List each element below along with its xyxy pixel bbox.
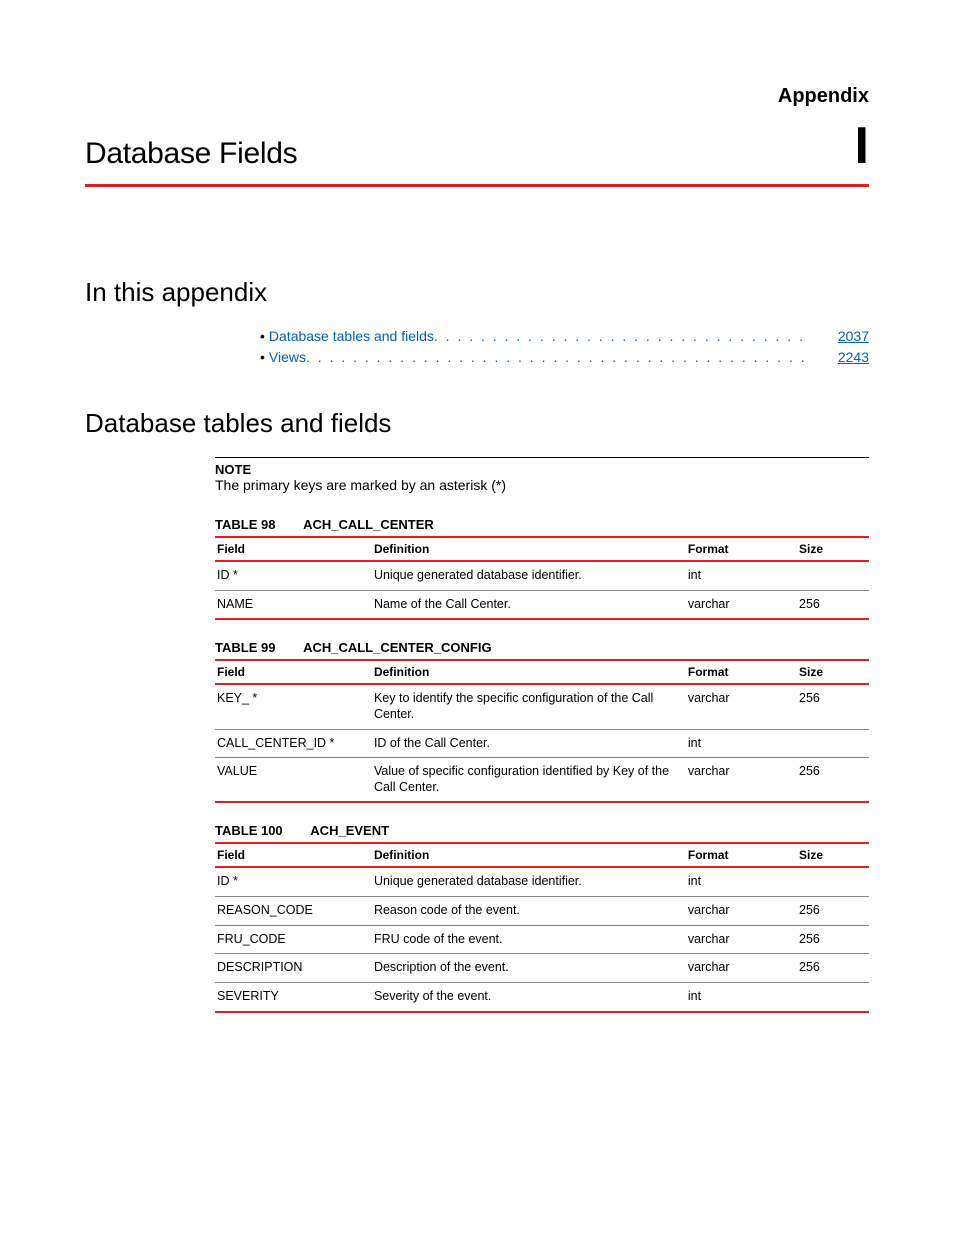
table-row: FRU_CODE FRU code of the event. varchar …: [215, 925, 869, 954]
cell-format: varchar: [686, 590, 797, 619]
cell-field: SEVERITY: [215, 982, 372, 1011]
cell-size: [797, 561, 869, 590]
col-format: Format: [686, 660, 797, 684]
note-label: NOTE: [215, 462, 869, 477]
cell-size: 256: [797, 684, 869, 729]
table-name: ACH_EVENT: [310, 823, 389, 838]
toc-page-link[interactable]: 2243: [819, 347, 869, 368]
table-row: ID * Unique generated database identifie…: [215, 561, 869, 590]
cell-size: 256: [797, 590, 869, 619]
toc-link-database-tables[interactable]: Database tables and fields: [269, 326, 434, 347]
col-definition: Definition: [372, 843, 686, 867]
col-format: Format: [686, 843, 797, 867]
table-caption: TABLE 98 ACH_CALL_CENTER: [215, 517, 869, 532]
col-format: Format: [686, 537, 797, 561]
appendix-label: Appendix: [85, 85, 869, 108]
appendix-letter: I: [855, 120, 869, 172]
section-database-tables-and-fields: Database tables and fields: [85, 408, 869, 439]
title-rule: [85, 184, 869, 187]
cell-definition: Value of specific configuration identifi…: [372, 758, 686, 803]
table-row: SEVERITY Severity of the event. int: [215, 982, 869, 1011]
table-row: KEY_ * Key to identify the specific conf…: [215, 684, 869, 729]
cell-size: [797, 982, 869, 1011]
note-block: NOTE The primary keys are marked by an a…: [215, 457, 869, 493]
table-row: REASON_CODE Reason code of the event. va…: [215, 897, 869, 926]
cell-definition: Unique generated database identifier.: [372, 561, 686, 590]
table-name: ACH_CALL_CENTER: [303, 517, 434, 532]
col-definition: Definition: [372, 537, 686, 561]
note-text: The primary keys are marked by an asteri…: [215, 477, 869, 493]
cell-format: varchar: [686, 758, 797, 803]
cell-definition: Severity of the event.: [372, 982, 686, 1011]
cell-field: VALUE: [215, 758, 372, 803]
bullet-icon: •: [260, 347, 265, 368]
table-ach-call-center: Field Definition Format Size ID * Unique…: [215, 536, 869, 620]
cell-format: varchar: [686, 925, 797, 954]
title-row: Database Fields I: [85, 120, 869, 184]
cell-field: CALL_CENTER_ID *: [215, 729, 372, 758]
toc: • Database tables and fields . . . . . .…: [260, 326, 869, 368]
col-definition: Definition: [372, 660, 686, 684]
table-row: NAME Name of the Call Center. varchar 25…: [215, 590, 869, 619]
cell-format: int: [686, 561, 797, 590]
toc-item: • Database tables and fields . . . . . .…: [260, 326, 869, 347]
cell-format: varchar: [686, 684, 797, 729]
cell-definition: FRU code of the event.: [372, 925, 686, 954]
table-ach-event: Field Definition Format Size ID * Unique…: [215, 842, 869, 1012]
col-size: Size: [797, 537, 869, 561]
cell-field: ID *: [215, 867, 372, 896]
toc-leader: . . . . . . . . . . . . . . . . . . . . …: [306, 347, 809, 368]
table-number: TABLE 98: [215, 517, 275, 532]
cell-size: 256: [797, 758, 869, 803]
cell-format: varchar: [686, 897, 797, 926]
cell-size: 256: [797, 897, 869, 926]
cell-field: KEY_ *: [215, 684, 372, 729]
table-block-100: TABLE 100 ACH_EVENT Field Definition For…: [215, 823, 869, 1012]
cell-field: ID *: [215, 561, 372, 590]
table-row: CALL_CENTER_ID * ID of the Call Center. …: [215, 729, 869, 758]
cell-field: REASON_CODE: [215, 897, 372, 926]
section-in-this-appendix: In this appendix: [85, 277, 869, 308]
cell-field: NAME: [215, 590, 372, 619]
cell-format: varchar: [686, 954, 797, 983]
cell-size: [797, 729, 869, 758]
table-caption: TABLE 99 ACH_CALL_CENTER_CONFIG: [215, 640, 869, 655]
bullet-icon: •: [260, 326, 265, 347]
table-block-99: TABLE 99 ACH_CALL_CENTER_CONFIG Field De…: [215, 640, 869, 803]
page-title: Database Fields: [85, 137, 297, 171]
table-row: ID * Unique generated database identifie…: [215, 867, 869, 896]
cell-definition: Name of the Call Center.: [372, 590, 686, 619]
cell-field: FRU_CODE: [215, 925, 372, 954]
cell-size: [797, 867, 869, 896]
col-field: Field: [215, 660, 372, 684]
col-field: Field: [215, 843, 372, 867]
table-name: ACH_CALL_CENTER_CONFIG: [303, 640, 492, 655]
col-field: Field: [215, 537, 372, 561]
table-row: DESCRIPTION Description of the event. va…: [215, 954, 869, 983]
cell-definition: Description of the event.: [372, 954, 686, 983]
cell-definition: Key to identify the specific configurati…: [372, 684, 686, 729]
table-block-98: TABLE 98 ACH_CALL_CENTER Field Definitio…: [215, 517, 869, 620]
cell-field: DESCRIPTION: [215, 954, 372, 983]
table-row: VALUE Value of specific configuration id…: [215, 758, 869, 803]
cell-definition: ID of the Call Center.: [372, 729, 686, 758]
table-number: TABLE 99: [215, 640, 275, 655]
table-number: TABLE 100: [215, 823, 283, 838]
cell-size: 256: [797, 954, 869, 983]
toc-item: • Views . . . . . . . . . . . . . . . . …: [260, 347, 869, 368]
cell-definition: Unique generated database identifier.: [372, 867, 686, 896]
table-ach-call-center-config: Field Definition Format Size KEY_ * Key …: [215, 659, 869, 803]
toc-link-views[interactable]: Views: [269, 347, 306, 368]
col-size: Size: [797, 843, 869, 867]
cell-definition: Reason code of the event.: [372, 897, 686, 926]
toc-page-link[interactable]: 2037: [819, 326, 869, 347]
cell-format: int: [686, 729, 797, 758]
cell-format: int: [686, 982, 797, 1011]
toc-leader: . . . . . . . . . . . . . . . . . . . . …: [434, 326, 809, 347]
col-size: Size: [797, 660, 869, 684]
cell-format: int: [686, 867, 797, 896]
cell-size: 256: [797, 925, 869, 954]
table-caption: TABLE 100 ACH_EVENT: [215, 823, 869, 838]
